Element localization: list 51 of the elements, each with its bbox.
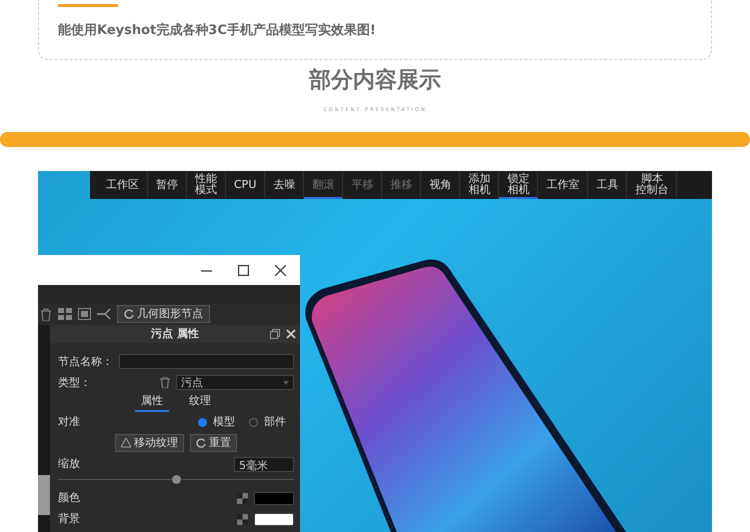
section-title: 部分内容展示 — [309, 68, 441, 94]
toolbar-button[interactable]: CPU — [226, 171, 266, 200]
tab[interactable]: 纹理 — [183, 393, 217, 412]
field-label: 节点名称： — [58, 354, 113, 370]
toolbar-button[interactable]: 脚本控制台 — [627, 171, 678, 200]
field-label: 缩放 — [58, 456, 80, 472]
radio-label: 部件 — [264, 414, 286, 430]
field-label: 类型： — [58, 374, 91, 391]
toolbar-button[interactable]: 暂停 — [148, 171, 187, 200]
accent-bar — [58, 4, 118, 7]
toolbar-button[interactable]: 去噪 — [265, 171, 304, 200]
trash-icon[interactable] — [160, 377, 170, 388]
field-label: 对准 — [58, 414, 81, 430]
slider-thumb[interactable] — [172, 474, 181, 484]
maximize-icon[interactable] — [238, 264, 249, 276]
radio-label: 模型 — [213, 414, 235, 430]
intro-text: 能使用Keyshot完成各种3C手机产品模型写实效果图! — [58, 22, 377, 40]
toolbar-button[interactable]: 工作区 — [98, 171, 148, 200]
action-button[interactable]: 重置 — [190, 434, 237, 452]
close-icon[interactable] — [275, 264, 286, 276]
frame-icon[interactable] — [78, 308, 91, 320]
panel-title: 污点 属性 — [151, 326, 199, 342]
refresh-icon — [124, 309, 134, 320]
field-label: 颜色 — [58, 490, 81, 506]
toolbar-button[interactable]: 工作室 — [538, 171, 588, 200]
node-button[interactable]: 几何图形节点 — [117, 305, 210, 324]
type-dropdown[interactable]: 污点 — [176, 375, 294, 390]
toolbar-button[interactable]: 添加相机 — [460, 171, 500, 200]
toolbar-button[interactable]: 工具 — [588, 171, 628, 200]
field-label: 背景 — [58, 511, 81, 528]
action-button[interactable]: 移动纹理 — [115, 434, 184, 452]
checker-icon[interactable] — [237, 492, 248, 504]
radio-button[interactable] — [249, 418, 258, 427]
restore-icon[interactable] — [270, 329, 280, 340]
radio-button[interactable] — [198, 418, 207, 427]
tab[interactable]: 属性 — [135, 393, 169, 412]
checker-icon[interactable] — [237, 514, 248, 525]
input-field[interactable]: 5毫米 — [234, 456, 294, 472]
branch-icon[interactable] — [97, 308, 111, 320]
grid-icon[interactable] — [58, 308, 72, 320]
thumbnail-placeholder — [38, 475, 50, 516]
toolbar-button[interactable]: 锁定相机 — [499, 171, 538, 200]
color-swatch[interactable] — [254, 512, 294, 526]
refresh-icon — [196, 438, 206, 448]
input-field[interactable] — [119, 354, 294, 370]
toolbar-button[interactable]: 性能模式 — [187, 171, 226, 200]
move-icon — [121, 438, 131, 448]
trash-icon[interactable] — [40, 308, 52, 321]
caret-icon — [283, 380, 289, 385]
toolbar-button[interactable]: 视角 — [421, 171, 460, 200]
color-swatch[interactable] — [254, 492, 294, 505]
